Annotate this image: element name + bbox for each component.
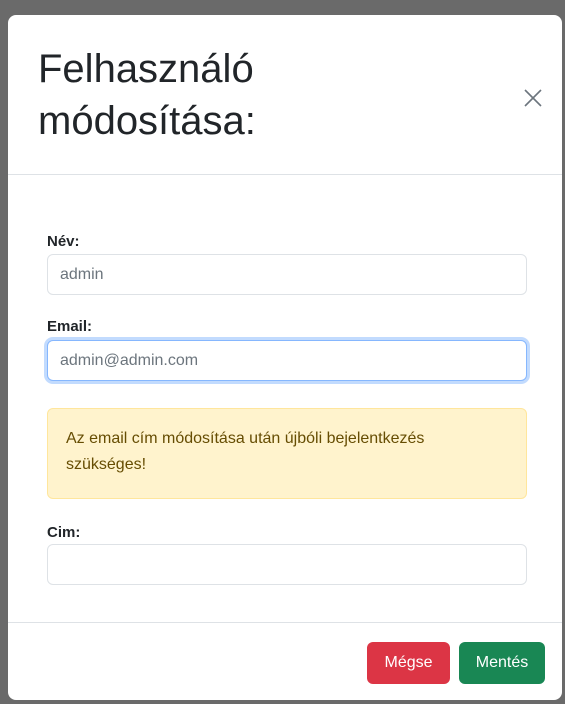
dialog-title: Felhasználó módosítása: (38, 47, 256, 143)
name-field[interactable] (47, 254, 527, 295)
close-button[interactable] (520, 85, 546, 111)
email-field[interactable] (47, 340, 527, 381)
edit-user-dialog: Felhasználó módosítása: Név: Email: Az e… (8, 15, 562, 700)
email-label: Email: (47, 318, 93, 335)
email-change-warning: Az email cím módosítása után újbóli beje… (47, 408, 527, 499)
cancel-button[interactable]: Mégse (367, 642, 450, 684)
name-label: Név: (47, 233, 80, 250)
save-button[interactable]: Mentés (459, 642, 545, 684)
close-icon (524, 89, 542, 107)
address-label: Cim: (47, 524, 81, 541)
address-field[interactable] (47, 544, 527, 585)
dialog-header: Felhasználó módosítása: (8, 15, 562, 175)
dialog-footer: Mégse Mentés (8, 622, 562, 700)
